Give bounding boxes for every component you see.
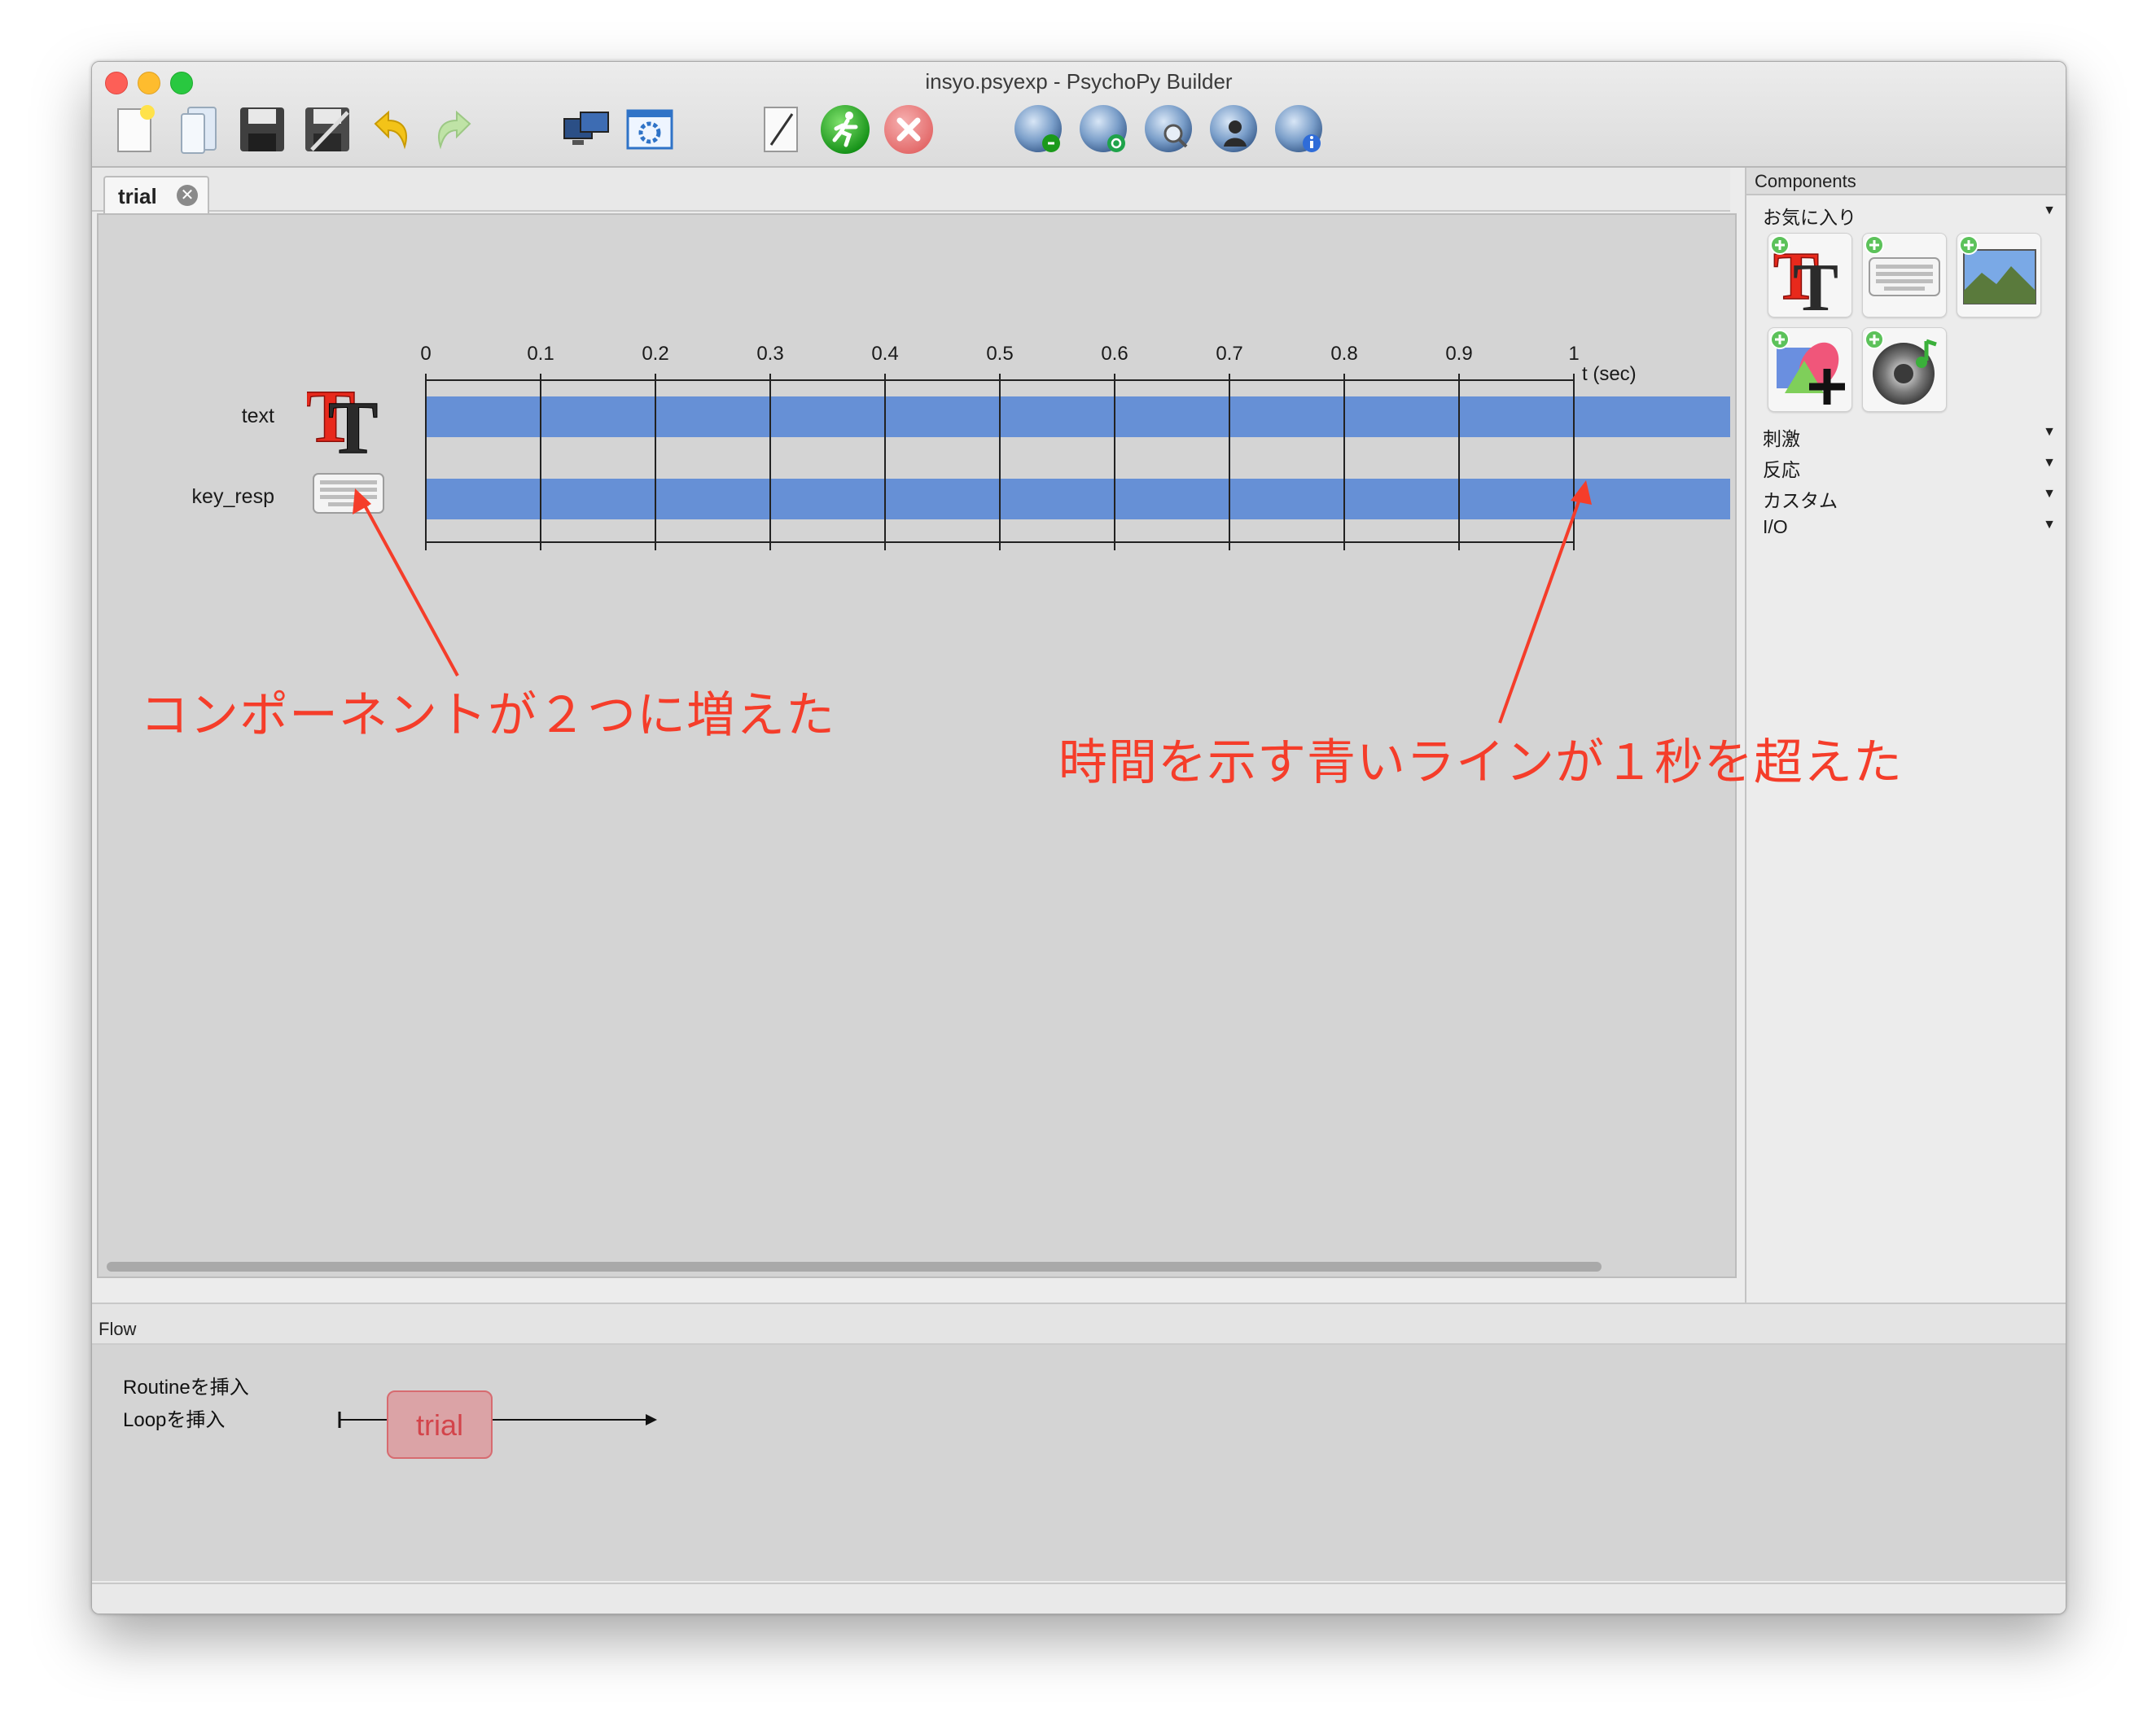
annotation-blue-line-exceeds-one-second: 時間を示す青いラインが１秒を超えた (1058, 735, 1903, 790)
annotation-arrows (353, 480, 1592, 724)
annotation-components-increased: コンポーネントが２つに増えた (140, 688, 835, 742)
annotation-arrow-left (358, 496, 459, 677)
annotation-arrow-right (1498, 489, 1584, 724)
